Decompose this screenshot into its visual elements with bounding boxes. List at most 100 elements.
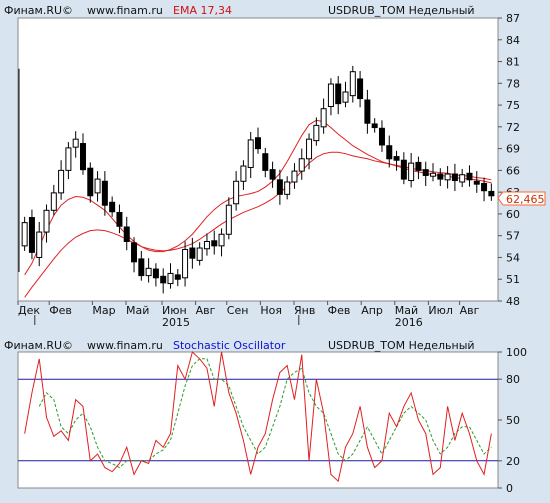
candle-body	[50, 192, 57, 211]
candle-body	[79, 143, 86, 171]
price-tick-label: 87	[506, 12, 520, 25]
stoch-tick-label: 100	[506, 346, 527, 359]
candle-body	[43, 209, 50, 233]
candle-body	[167, 272, 174, 285]
time-tick-label: Ноя	[260, 304, 282, 317]
candle-body	[189, 247, 196, 259]
candle-body	[203, 240, 210, 250]
time-tick-label: Дек	[18, 304, 40, 317]
candle-body	[21, 222, 28, 247]
time-tick-label: Июл	[428, 304, 453, 317]
stoch-tick-label: 0	[506, 482, 513, 495]
candle-body	[466, 172, 473, 181]
time-tick-label: Авг	[196, 304, 216, 317]
candle-body	[109, 201, 116, 213]
year-label: 2015	[162, 316, 190, 329]
candle-body	[393, 156, 400, 161]
candle-body	[408, 162, 415, 182]
time-tick-label: Мар	[92, 304, 115, 317]
candle-body	[65, 147, 72, 171]
candle-body	[327, 83, 334, 108]
price-tick-label: 78	[506, 77, 520, 90]
candle-body	[437, 173, 444, 180]
price-tick-label: 57	[506, 230, 520, 243]
candle-body	[255, 137, 261, 150]
stoch-tick-label: 80	[506, 373, 520, 386]
candle-body	[269, 169, 276, 180]
time-tick-label: Апр	[361, 304, 383, 317]
price-tick-label: 84	[506, 34, 520, 47]
candle-body	[72, 138, 79, 148]
price-tick-label: 66	[506, 164, 520, 177]
candle-body	[430, 172, 437, 177]
stoch-header-site: www.finam.ru	[87, 339, 163, 352]
candle-body	[94, 178, 101, 194]
price-tick-label: 69	[506, 143, 520, 156]
candle-body	[131, 242, 138, 263]
candle-body	[364, 99, 371, 124]
stoch-header-indicator: Stochastic Oscillator	[173, 339, 286, 352]
price-tick-label: 75	[506, 99, 520, 112]
candle-body	[152, 268, 159, 279]
candle-body	[160, 275, 167, 284]
candle-body	[211, 240, 218, 247]
candle-body	[116, 211, 123, 227]
stoch-axis: 100 80 50 20 0	[498, 346, 527, 495]
candle-body	[28, 217, 35, 253]
candle-body	[415, 161, 422, 171]
header-site: www.finam.ru	[87, 4, 163, 17]
candle-body	[87, 167, 94, 197]
time-tick-label: Авг	[460, 304, 480, 317]
stoch-tick-label: 50	[506, 414, 520, 427]
stoch-header-source: Финам.RU©	[4, 339, 73, 352]
candle-body	[342, 91, 349, 103]
price-tick-label: 72	[506, 121, 520, 134]
price-tick-label: 60	[506, 208, 520, 221]
candle-body	[335, 83, 342, 105]
candle-body	[320, 108, 327, 128]
candle-body	[123, 226, 130, 242]
candle-body	[101, 180, 108, 206]
candle-body	[481, 182, 488, 192]
candle-body	[218, 233, 225, 247]
candle-body	[306, 138, 313, 160]
candle-body	[36, 231, 43, 258]
candle-body	[247, 139, 254, 168]
candle-body	[225, 204, 232, 235]
time-axis: Дек Фев Мар Май Июн Авг Сен Ноя Янв Фев Апр Май Июл А…	[17, 301, 480, 329]
stochastic-panel: Финам.RU© www.finam.ru Stochastic Oscill…	[4, 339, 527, 495]
time-tick-label: Фев	[49, 304, 72, 317]
candle-body	[422, 169, 429, 176]
candle-body	[233, 180, 240, 205]
candle-body	[349, 71, 356, 97]
last-price-label: 62,465	[506, 193, 545, 206]
candle-body	[240, 165, 247, 182]
header-source: Финам.RU©	[4, 4, 73, 17]
candle-body	[313, 124, 320, 142]
candle-body	[145, 267, 152, 277]
time-tick-label: Май	[126, 304, 149, 317]
candle-body	[371, 123, 378, 129]
candle-body	[459, 174, 466, 183]
header-indicator-ema: EMA 17,34	[173, 4, 232, 17]
chart-canvas: Финам.RU© www.finam.ru EMA 17,34 USDRUB_…	[4, 4, 546, 495]
year-label: 2016	[395, 316, 423, 329]
candle-body	[174, 274, 181, 280]
price-axis: 8784817875726966636057545148	[498, 12, 520, 308]
stoch-tick-label: 20	[506, 455, 520, 468]
candle-body	[357, 78, 364, 100]
chart-window: Финам.RU© www.finam.ru EMA 17,34 USDRUB_…	[0, 0, 550, 499]
price-tick-label: 81	[506, 56, 520, 69]
candle-body	[196, 247, 203, 261]
candle-body	[451, 173, 458, 182]
time-tick-label: Янв	[294, 304, 315, 317]
candle-body	[262, 153, 269, 171]
price-plot-area	[17, 17, 499, 302]
candle-body	[400, 159, 407, 180]
price-tick-label: 54	[506, 251, 520, 264]
price-tick-label: 48	[506, 295, 520, 308]
time-tick-label: Фев	[328, 304, 351, 317]
stoch-header-instrument: USDRUB_TOM Недельный	[328, 339, 475, 352]
candle-body	[291, 170, 298, 183]
candle-body	[378, 127, 385, 146]
